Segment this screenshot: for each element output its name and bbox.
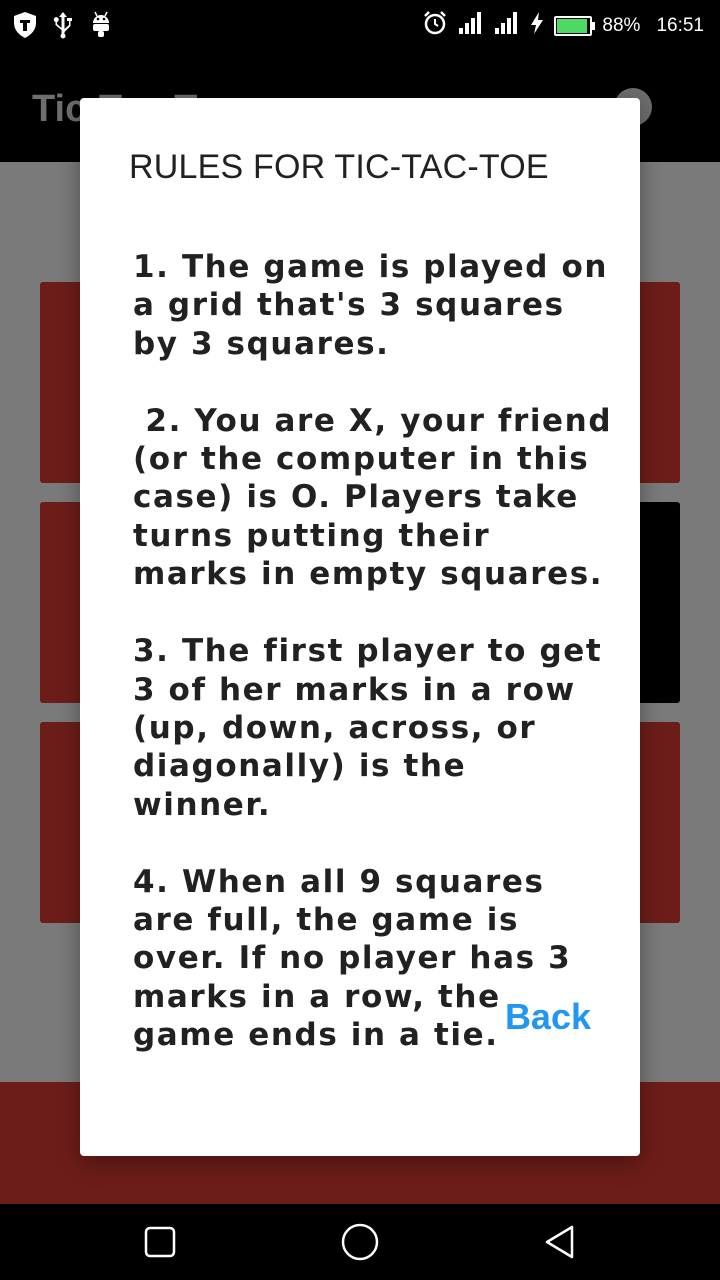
rule-item: 2. You are X, your friend (or the comput…: [133, 402, 625, 593]
navigation-bar: [0, 1204, 720, 1280]
battery-percent: 88%: [602, 15, 641, 36]
recents-icon[interactable]: [138, 1220, 182, 1264]
home-icon[interactable]: [338, 1220, 382, 1264]
battery-icon: [554, 16, 596, 36]
shield-icon: [11, 10, 39, 40]
signal-icon: [494, 11, 520, 41]
rules-list: 1. The game is played on a grid that's 3…: [133, 248, 613, 1093]
rule-item: 3. The first player to get 3 of her mark…: [133, 633, 615, 823]
status-bar: 88% 16:51: [0, 0, 720, 52]
android-icon: [87, 10, 115, 40]
back-icon[interactable]: [538, 1220, 582, 1264]
charging-icon: [530, 11, 544, 41]
rules-dialog: RULES FOR TIC-TAC-TOE 1. The game is pla…: [80, 98, 640, 1156]
signal-icon: [458, 11, 484, 41]
alarm-icon: [422, 10, 448, 42]
rule-item: 1. The game is played on a grid that's 3…: [133, 249, 621, 362]
dialog-title: RULES FOR TIC-TAC-TOE: [129, 148, 549, 186]
usb-icon: [49, 10, 77, 40]
back-button[interactable]: Back: [505, 996, 591, 1038]
clock: 16:51: [656, 15, 704, 36]
